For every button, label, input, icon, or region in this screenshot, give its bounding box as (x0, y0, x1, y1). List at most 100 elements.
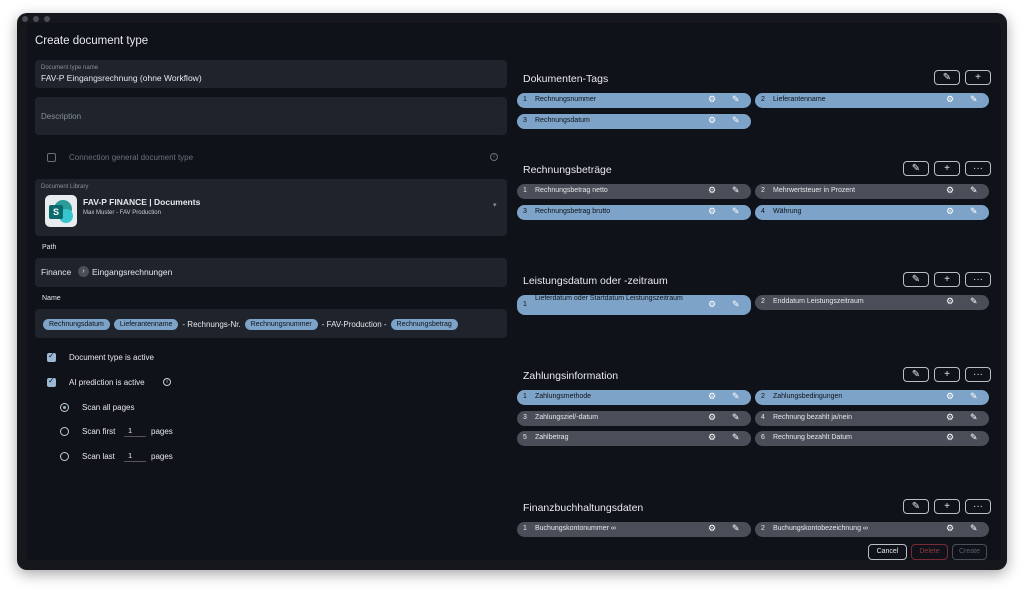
scan-all-radio[interactable] (60, 403, 69, 412)
pencil-icon[interactable]: ✎ (903, 272, 929, 287)
pencil-icon[interactable]: ✎ (970, 523, 978, 534)
connection-checkbox[interactable] (47, 153, 56, 162)
pencil-icon[interactable]: ✎ (732, 206, 740, 217)
scan-last-radio[interactable] (60, 452, 69, 461)
name-token-chip[interactable]: Rechnungsbetrag (390, 319, 458, 331)
more-icon[interactable]: ··· (965, 499, 991, 514)
gear-icon[interactable]: ⚙ (708, 432, 716, 443)
description-field[interactable]: Description (35, 97, 507, 135)
tag-chip[interactable]: 1 Zahlungsmethode ⚙ ✎ (517, 390, 751, 405)
tag-chip[interactable]: 1 Lieferdatum oder Startdatum Leistungsze… (517, 295, 751, 315)
pencil-icon[interactable]: ✎ (903, 499, 929, 514)
chevron-down-icon[interactable]: ▾ (493, 201, 497, 209)
document-library-select[interactable]: Document Library S FAV-P FINANCE | Docum… (35, 179, 507, 236)
gear-icon[interactable]: ⚙ (946, 185, 954, 196)
plus-icon[interactable]: + (934, 499, 960, 514)
more-icon[interactable]: ··· (965, 272, 991, 287)
name-token-chip[interactable]: Lieferantenname (113, 319, 179, 331)
pencil-icon[interactable]: ✎ (934, 70, 960, 85)
pencil-icon[interactable]: ✎ (970, 432, 978, 443)
scan-first-input[interactable]: 1 (124, 424, 146, 437)
section-title: Zahlungsinformation (523, 370, 619, 382)
tag-chip[interactable]: 2 Zahlungsbedingungen ⚙ ✎ (755, 390, 989, 405)
tag-chip[interactable]: 5 Zahlbetrag ⚙ ✎ (517, 431, 751, 446)
path-breadcrumb[interactable]: Finance › Eingangsrechnungen (35, 258, 507, 287)
pencil-icon[interactable]: ✎ (970, 412, 978, 423)
gear-icon[interactable]: ⚙ (708, 391, 716, 402)
ai-prediction-checkbox[interactable] (47, 376, 56, 387)
tag-number: 2 (761, 298, 765, 305)
tag-number: 2 (761, 525, 765, 532)
pencil-icon[interactable]: ✎ (732, 115, 740, 126)
connection-info-icon[interactable]: i (490, 153, 498, 161)
gear-icon[interactable]: ⚙ (708, 94, 716, 105)
tag-chip[interactable]: 2 Enddatum Leistungszeitraum ⚙ ✎ (755, 295, 989, 310)
tag-chip[interactable]: 2 Lieferantenname ⚙ ✎ (755, 93, 989, 108)
plus-icon[interactable]: + (934, 272, 960, 287)
gear-icon[interactable]: ⚙ (708, 412, 716, 423)
tag-chip[interactable]: 4 Währung ⚙ ✎ (755, 204, 989, 220)
tag-chip[interactable]: 3 Zahlungsziel/-datum ⚙ ✎ (517, 410, 751, 426)
pencil-icon[interactable]: ✎ (970, 94, 978, 105)
pencil-icon[interactable]: ✎ (970, 391, 978, 402)
delete-button[interactable]: Delete (911, 544, 948, 560)
name-token-chip[interactable]: Rechnungsdatum (43, 319, 110, 331)
scan-last-input[interactable]: 1 (124, 449, 146, 462)
tag-chip[interactable]: 6 Rechnung bezahlt Datum ⚙ ✎ (755, 431, 989, 446)
gear-icon[interactable]: ⚙ (708, 523, 716, 534)
gear-icon[interactable]: ⚙ (946, 296, 954, 307)
tag-chip[interactable]: 1 Buchungskontonummer ∞ ⚙ ✎ (517, 522, 751, 537)
gear-icon[interactable]: ⚙ (946, 94, 954, 105)
name-pattern-field[interactable]: Rechnungsdatum Lieferantenname - Rechnungs… (35, 309, 507, 338)
gear-icon[interactable]: ⚙ (708, 206, 716, 217)
name-token-chip[interactable]: Rechnungsnummer (244, 319, 318, 331)
pencil-icon[interactable]: ✎ (903, 161, 929, 176)
pencil-icon[interactable]: ✎ (732, 523, 740, 534)
pencil-icon[interactable]: ✎ (970, 206, 978, 217)
pencil-icon[interactable]: ✎ (732, 432, 740, 443)
tag-chip[interactable]: 2 Mehrwertsteuer in Prozent ⚙ ✎ (755, 184, 989, 199)
tag-number: 2 (761, 96, 765, 103)
gear-icon[interactable]: ⚙ (946, 206, 954, 217)
plus-icon[interactable]: + (934, 161, 960, 176)
pencil-icon[interactable]: ✎ (970, 185, 978, 196)
more-icon[interactable]: ··· (965, 161, 991, 176)
tag-number: 4 (761, 413, 765, 421)
path-root[interactable]: Finance (41, 267, 71, 277)
tag-chip[interactable]: 3 Rechnungsdatum ⚙ ✎ (517, 113, 751, 129)
active-checkbox[interactable] (47, 351, 56, 362)
gear-icon[interactable]: ⚙ (946, 412, 954, 423)
tag-chip[interactable]: 2 Buchungskontobezeichnung ∞ ⚙ ✎ (755, 522, 989, 537)
plus-icon[interactable]: + (965, 70, 991, 85)
pencil-icon[interactable]: ✎ (732, 185, 740, 196)
pencil-icon[interactable]: ✎ (970, 296, 978, 307)
plus-icon[interactable]: + (934, 367, 960, 382)
create-button[interactable]: Create (952, 544, 987, 560)
scan-first-radio[interactable] (60, 427, 69, 436)
path-leaf[interactable]: Eingangsrechnungen (92, 267, 172, 277)
tag-label: Buchungskontobezeichnung ∞ (773, 525, 868, 532)
gear-icon[interactable]: ⚙ (946, 391, 954, 402)
document-type-name-field[interactable]: Document type name FAV-P Eingangsrechnun… (35, 60, 507, 88)
gear-icon[interactable]: ⚙ (946, 432, 954, 443)
tag-number: 4 (761, 207, 765, 215)
scan-first-label: Scan first (82, 427, 116, 436)
gear-icon[interactable]: ⚙ (708, 185, 716, 196)
pencil-icon[interactable]: ✎ (732, 94, 740, 105)
gear-icon[interactable]: ⚙ (708, 115, 716, 126)
tag-chip[interactable]: 1 Rechnungsnummer ⚙ ✎ (517, 93, 751, 108)
cancel-button[interactable]: Cancel (868, 544, 907, 560)
pencil-icon[interactable]: ✎ (732, 391, 740, 402)
gear-icon[interactable]: ⚙ (946, 523, 954, 534)
tag-chip[interactable]: 1 Rechnungsbetrag netto ⚙ ✎ (517, 184, 751, 199)
scan-first-pages: pages (151, 427, 173, 436)
tag-chip[interactable]: 4 Rechnung bezahlt ja/nein ⚙ ✎ (755, 410, 989, 426)
ai-info-icon[interactable]: i (163, 378, 171, 386)
more-icon[interactable]: ··· (965, 367, 991, 382)
tag-chip[interactable]: 3 Rechnungsbetrag brutto ⚙ ✎ (517, 204, 751, 220)
tag-label: Währung (773, 207, 802, 215)
pencil-icon[interactable]: ✎ (732, 412, 740, 423)
gear-icon[interactable]: ⚙ (708, 299, 716, 310)
pencil-icon[interactable]: ✎ (903, 367, 929, 382)
pencil-icon[interactable]: ✎ (732, 299, 740, 310)
